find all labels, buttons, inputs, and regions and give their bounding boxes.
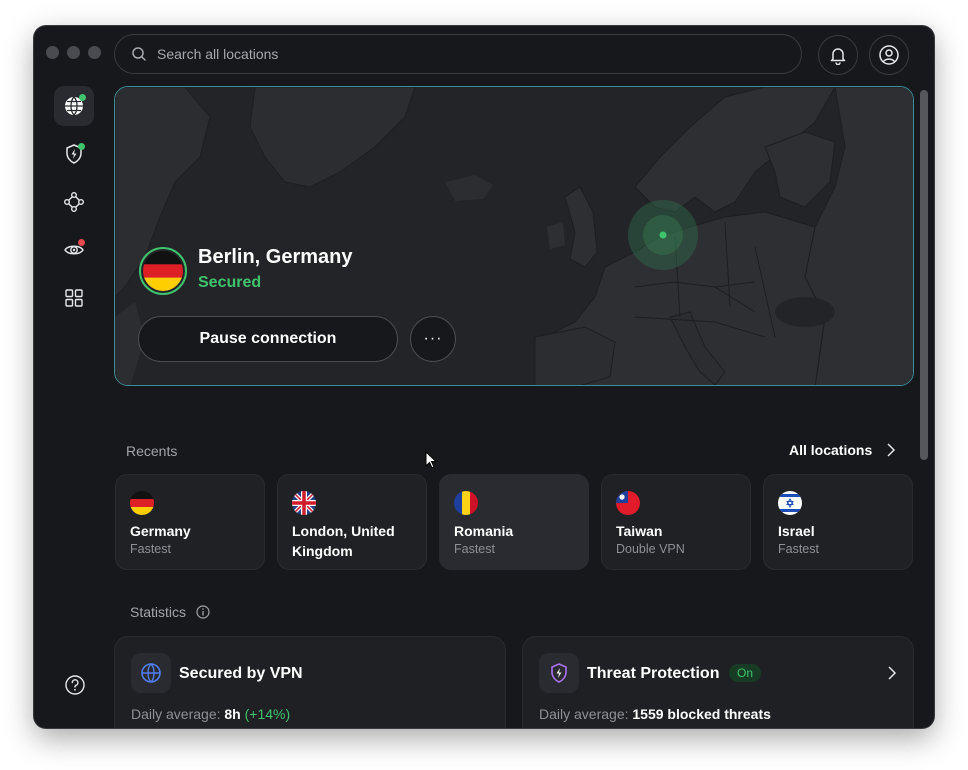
globe-icon <box>141 663 161 683</box>
sidebar-item-apps[interactable] <box>54 278 94 318</box>
app-window: Berlin, Germany Secured Pause connection… <box>34 26 934 728</box>
recent-location-name: Israel <box>778 523 815 539</box>
country-flag-germany <box>139 247 187 295</box>
more-options-button[interactable]: ··· <box>410 316 456 362</box>
recent-location-card[interactable]: Romania Fastest <box>439 474 589 570</box>
vpn-stats-card[interactable]: Secured by VPN Daily average: 8h (+14%) <box>114 636 506 728</box>
sidebar-item-meshnet[interactable] <box>54 182 94 222</box>
sidebar-item-dark-web-monitor[interactable] <box>54 230 94 270</box>
israel-flag-icon <box>778 491 802 515</box>
threat-stats-title: Threat Protection <box>587 665 720 682</box>
info-icon[interactable] <box>196 605 210 619</box>
recent-location-name: London, United Kingdom <box>292 523 395 559</box>
recent-location-type: Fastest <box>454 542 495 556</box>
vpn-stats-title: Secured by VPN <box>179 665 303 682</box>
bell-icon <box>830 48 846 65</box>
daily-average-change: (+14%) <box>244 706 291 722</box>
scrollbar-thumb[interactable] <box>920 90 928 460</box>
notifications-button[interactable] <box>818 35 858 75</box>
help-button[interactable] <box>64 674 86 701</box>
recents-heading: Recents <box>126 443 178 459</box>
question-icon <box>65 675 85 695</box>
search-icon <box>132 47 146 61</box>
connected-indicator <box>79 94 86 101</box>
taiwan-flag-icon <box>616 491 640 515</box>
grid-icon <box>65 289 83 307</box>
shield-bolt-icon <box>551 663 567 683</box>
search-bar[interactable] <box>114 34 802 74</box>
germany-flag-icon <box>130 491 154 515</box>
recent-location-card[interactable]: Taiwan Double VPN <box>601 474 751 570</box>
connection-map-card: Berlin, Germany Secured Pause connection… <box>114 86 914 386</box>
threat-daily-average: Daily average: 1559 blocked threats <box>539 706 771 722</box>
statistics-heading: Statistics <box>130 604 210 620</box>
recent-location-name: Germany <box>130 523 191 539</box>
zoom-window-button[interactable] <box>88 46 101 59</box>
profile-button[interactable] <box>869 35 909 75</box>
recent-location-name: Romania <box>454 523 514 539</box>
recent-location-name: Taiwan <box>616 523 663 539</box>
recent-location-type: Fastest <box>130 542 171 556</box>
connected-location: Berlin, Germany <box>198 246 353 268</box>
sidebar-item-threat-protection[interactable] <box>54 134 94 174</box>
threat-protection-stats-card[interactable]: Threat Protection On Daily average: 1559… <box>522 636 914 728</box>
statistics-label: Statistics <box>130 604 187 620</box>
status-badge: On <box>729 664 762 682</box>
vpn-stats-icon-tile <box>131 653 171 693</box>
sidebar-item-vpn[interactable] <box>54 86 94 126</box>
all-locations-link[interactable]: All locations <box>789 442 896 458</box>
united-kingdom-flag-icon <box>292 491 316 515</box>
user-icon <box>879 45 899 65</box>
connection-status: Secured <box>198 274 262 291</box>
recent-location-card[interactable]: London, United Kingdom <box>277 474 427 570</box>
pause-connection-button[interactable]: Pause connection <box>138 316 398 362</box>
all-locations-label: All locations <box>789 442 873 458</box>
daily-average-value: 8h <box>224 706 241 722</box>
daily-average-label: Daily average: <box>131 706 221 722</box>
chevron-right-icon <box>887 443 896 457</box>
close-window-button[interactable] <box>46 46 59 59</box>
recent-location-card[interactable]: Germany Fastest <box>115 474 265 570</box>
chevron-right-icon[interactable] <box>887 665 897 681</box>
daily-average-label: Daily average: <box>539 706 629 722</box>
window-controls <box>46 46 101 59</box>
minimize-window-button[interactable] <box>67 46 80 59</box>
alert-indicator <box>78 239 85 246</box>
recent-location-type: Double VPN <box>616 542 685 556</box>
vpn-daily-average: Daily average: 8h (+14%) <box>131 706 290 722</box>
romania-flag-icon <box>454 491 478 515</box>
search-input[interactable] <box>157 46 757 62</box>
recent-location-card[interactable]: Israel Fastest <box>763 474 913 570</box>
threat-stats-icon-tile <box>539 653 579 693</box>
meshnet-icon <box>64 192 84 212</box>
mouse-cursor-icon <box>425 451 437 469</box>
recent-location-type: Fastest <box>778 542 819 556</box>
threat-status-indicator <box>78 143 85 150</box>
daily-average-value: 1559 blocked threats <box>632 706 771 722</box>
